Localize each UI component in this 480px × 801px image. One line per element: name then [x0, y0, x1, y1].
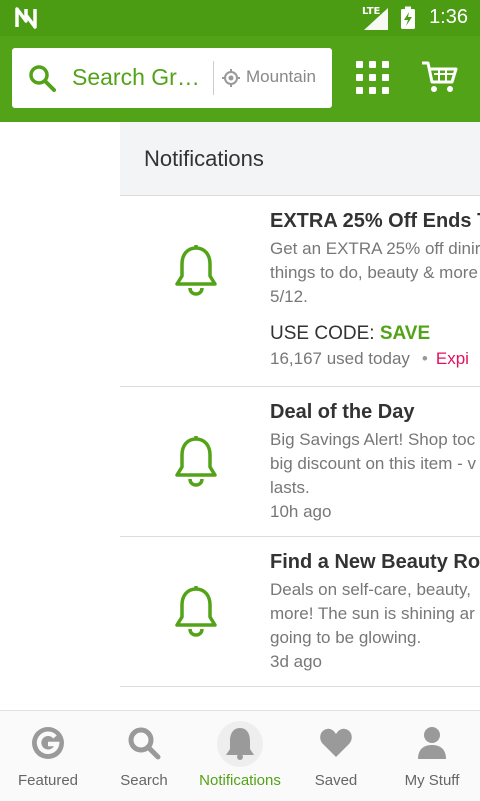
notification-item[interactable]: Deal of the Day Big Savings Alert! Shop … — [120, 387, 480, 537]
notification-headline: Find a New Beauty Rou — [270, 551, 480, 573]
notification-body: Get an EXTRA 25% off dinir things to do,… — [270, 239, 480, 306]
notifications-panel: Notifications EXTRA 25% Off Ends T Get a… — [120, 122, 480, 710]
notification-text: EXTRA 25% Off Ends T Get an EXTRA 25% of… — [270, 210, 480, 369]
clock: 1:36 — [429, 6, 468, 28]
notification-item[interactable]: Find a New Beauty Rou Deals on self-care… — [120, 537, 480, 687]
used-count: 16,167 used today — [270, 349, 410, 368]
status-bar: LTE 1:36 — [0, 0, 480, 36]
search-bar[interactable]: Search Gr… Mountain — [12, 48, 332, 108]
notification-text: Deal of the Day Big Savings Alert! Shop … — [270, 401, 480, 522]
cart-icon[interactable] — [420, 60, 458, 94]
notification-headline: Deal of the Day — [270, 401, 415, 423]
bell-icon — [175, 245, 217, 296]
promo-code-value: SAVE — [379, 323, 431, 344]
nav-label: Saved — [314, 772, 358, 789]
bottom-nav: Featured Search Notifications Saved My S… — [0, 710, 480, 801]
heart-icon — [320, 728, 352, 757]
search-icon[interactable] — [28, 64, 56, 92]
notification-item[interactable]: EXTRA 25% Off Ends T Get an EXTRA 25% of… — [120, 196, 480, 387]
battery-icon — [401, 6, 415, 29]
grid-icon[interactable] — [355, 60, 391, 96]
nav-notifications[interactable]: Notifications — [192, 711, 288, 801]
bell-icon — [175, 586, 217, 637]
notification-body: Big Savings Alert! Shop toc big discount… — [270, 430, 476, 497]
search-icon — [128, 727, 161, 760]
separator-dot: • — [421, 349, 428, 368]
notification-time: 3d ago — [270, 652, 322, 671]
location-field[interactable]: Mountain — [246, 67, 326, 87]
featured-g-icon — [32, 727, 64, 759]
promo-code-label: USE CODE: — [270, 323, 380, 344]
nav-label: Notifications — [199, 772, 281, 789]
signal-icon — [364, 8, 388, 30]
search-input[interactable]: Search Gr… — [72, 64, 200, 91]
left-pane — [0, 122, 120, 710]
location-icon[interactable] — [222, 69, 240, 87]
bell-icon — [226, 728, 254, 760]
bell-icon — [175, 436, 217, 487]
notification-headline: EXTRA 25% Off Ends T — [270, 210, 480, 232]
nav-saved[interactable]: Saved — [288, 711, 384, 801]
nav-my-stuff[interactable]: My Stuff — [384, 711, 480, 801]
nav-label: My Stuff — [404, 772, 460, 789]
nav-label: Featured — [17, 772, 79, 789]
notification-text: Find a New Beauty Rou Deals on self-care… — [270, 551, 480, 672]
nav-search[interactable]: Search — [96, 711, 192, 801]
promo-code: USE CODE: SAVE — [270, 323, 480, 345]
app-bar: Search Gr… Mountain — [0, 36, 480, 122]
expires-label: Expi — [435, 349, 469, 368]
n-logo-icon — [15, 7, 37, 29]
promo-meta: 16,167 used today • Expi — [270, 349, 480, 369]
notifications-header: Notifications — [120, 122, 480, 196]
page-title: Notifications — [144, 146, 264, 171]
notification-body: Deals on self-care, beauty, more! The su… — [270, 580, 475, 647]
search-divider — [213, 61, 214, 95]
person-icon — [418, 727, 446, 759]
nav-label: Search — [120, 772, 168, 789]
nav-featured[interactable]: Featured — [0, 711, 96, 801]
notification-time: 10h ago — [270, 502, 332, 521]
